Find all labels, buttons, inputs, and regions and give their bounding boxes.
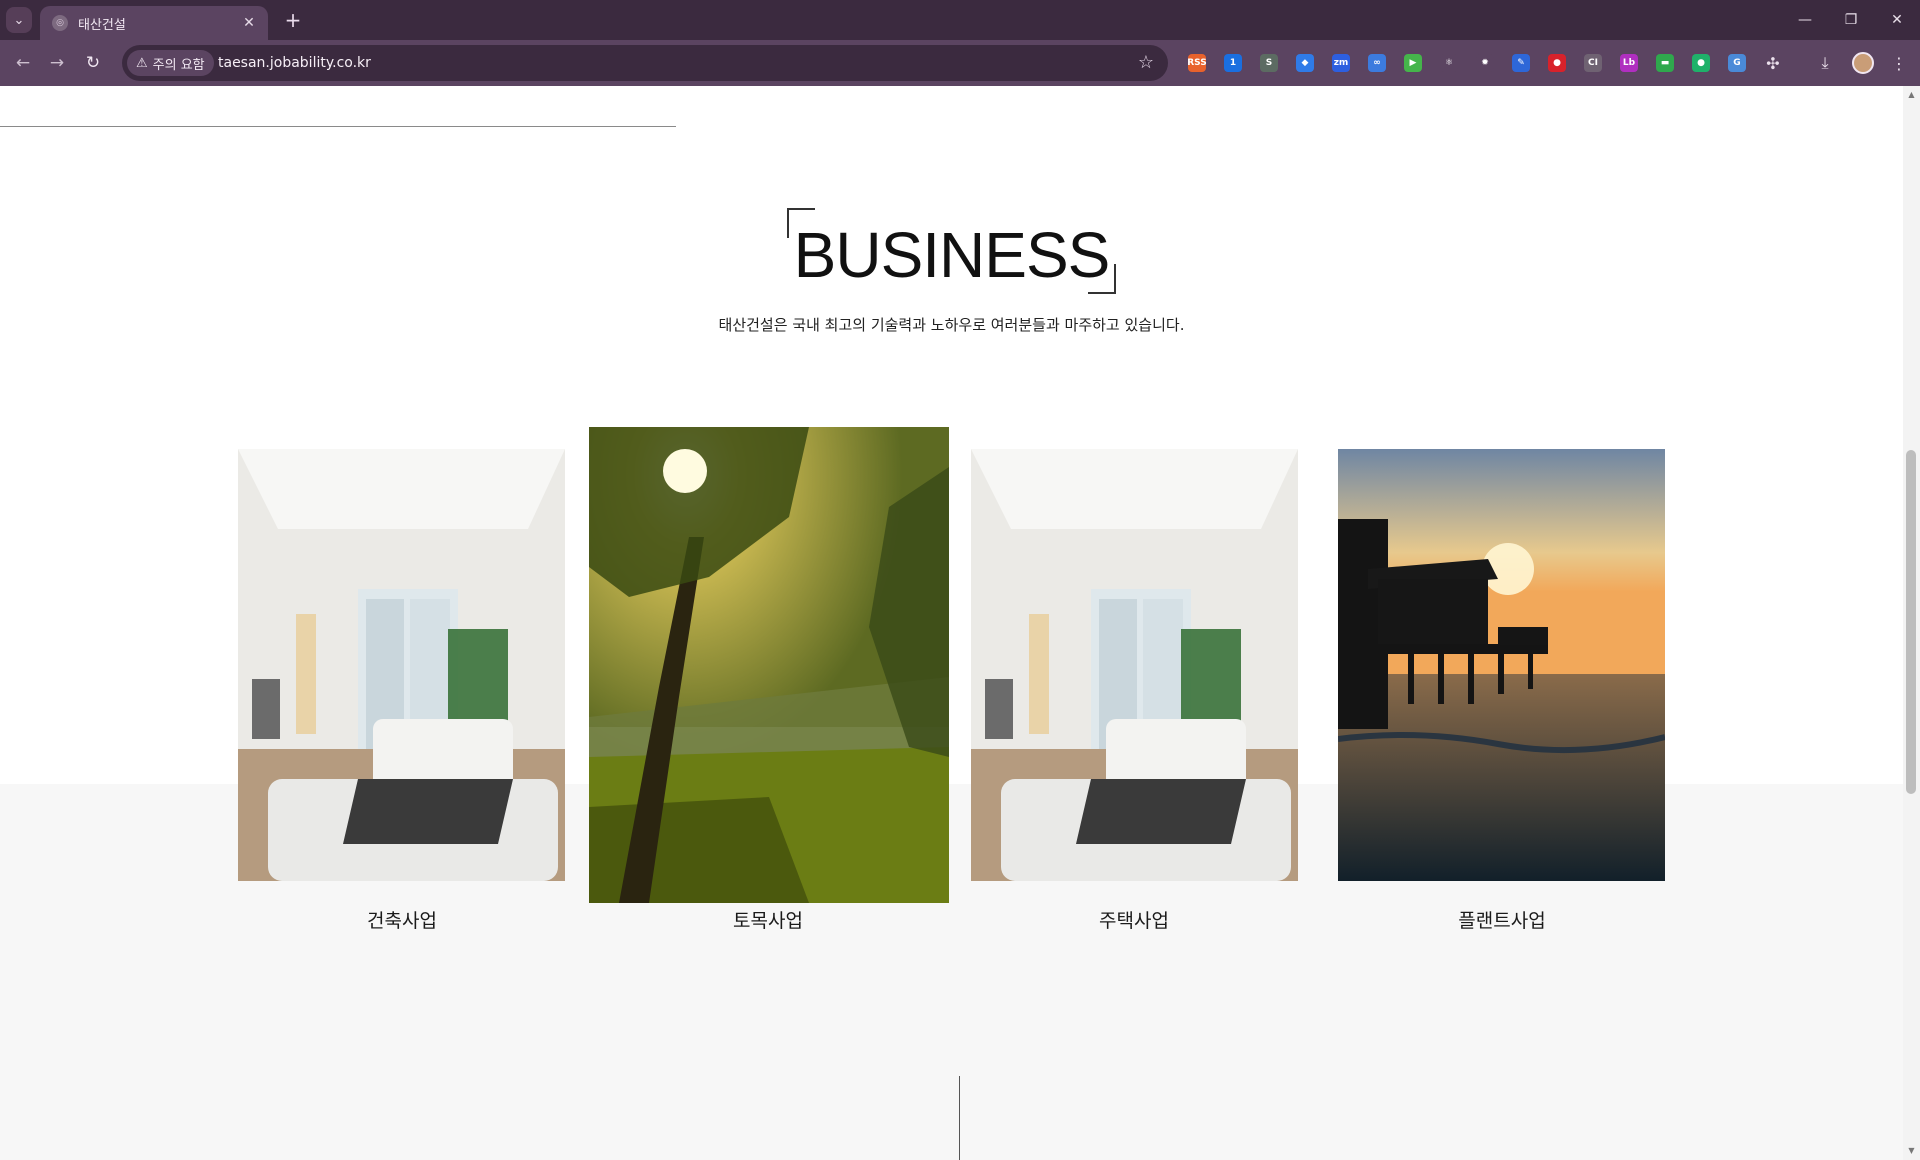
business-card-label-architecture[interactable]: 건축사업 (252, 906, 552, 933)
onepassword-extension-icon[interactable]: 1 (1224, 54, 1242, 72)
business-card-label-plant[interactable]: 플랜트사업 (1352, 906, 1652, 933)
business-card-label-housing[interactable]: 주택사업 (984, 906, 1284, 933)
business-card-image-civil[interactable] (589, 427, 949, 903)
extensions-puzzle-icon[interactable]: ✣ (1762, 52, 1784, 74)
browser-toolbar: ← → ↻ ⚠ 주의 요함 taesan.jobability.co.kr ☆ … (0, 40, 1920, 86)
download-icon[interactable]: ⤓ (1814, 52, 1836, 74)
pier-sunset-photo (1338, 449, 1665, 881)
globe-icon: ◎ (52, 15, 68, 31)
menu-kebab-icon[interactable]: ⋮ (1888, 52, 1910, 74)
chat-extension-icon[interactable]: ● (1692, 54, 1710, 72)
interior-photo (971, 449, 1298, 881)
tab-search-chevron-icon[interactable]: ⌄ (6, 7, 32, 33)
zoom-extension-icon[interactable]: zm (1332, 54, 1350, 72)
lb-extension-icon[interactable]: Lb (1620, 54, 1638, 72)
restore-icon[interactable]: ❐ (1828, 0, 1874, 40)
forward-arrow-icon[interactable]: → (44, 50, 70, 76)
business-card-label-civil[interactable]: 토목사업 (618, 906, 918, 933)
security-label: 주의 요함 (152, 57, 205, 73)
bookmark-star-icon[interactable]: ☆ (1138, 45, 1154, 81)
pen-extension-icon[interactable]: ✎ (1512, 54, 1530, 72)
page-scrollbar-thumb[interactable] (1906, 450, 1916, 794)
s-extension-icon[interactable]: S (1260, 54, 1278, 72)
back-arrow-icon[interactable]: ← (10, 50, 36, 76)
new-tab-plus-icon[interactable]: + (281, 8, 305, 32)
security-status-chip[interactable]: ⚠ 주의 요함 (127, 50, 214, 76)
drop-extension-icon[interactable]: ◆ (1296, 54, 1314, 72)
rss-extension-icon[interactable]: RSS (1187, 54, 1207, 72)
business-card-image-housing[interactable] (971, 449, 1298, 881)
business-title: BUSINESS (793, 219, 1111, 291)
forest-photo (589, 427, 949, 903)
tab-title: 태산건설 (78, 17, 126, 33)
business-card-image-plant[interactable] (1338, 449, 1665, 881)
react-extension-icon[interactable]: ⚛ (1440, 54, 1458, 72)
address-bar[interactable]: ⚠ 주의 요함 taesan.jobability.co.kr ☆ (122, 45, 1168, 81)
gear-extension-icon[interactable]: ✹ (1476, 54, 1494, 72)
profile-avatar[interactable] (1852, 52, 1874, 74)
title-bracket-bottom-right (1088, 264, 1116, 294)
divider-line (0, 126, 676, 127)
scroll-down-arrow-icon[interactable]: ▼ (1904, 1144, 1919, 1158)
green-card-extension-icon[interactable]: ▬ (1656, 54, 1674, 72)
business-subtitle: 태산건설은 국내 최고의 기술력과 노하우로 여러분들과 마주하고 있습니다. (718, 316, 1185, 334)
scroll-up-arrow-icon[interactable]: ▲ (1904, 88, 1919, 102)
web-page: BUSINESS 태산건설은 국내 최고의 기술력과 노하우로 여러분들과 마주… (0, 86, 1903, 1160)
close-icon[interactable]: ✕ (240, 14, 258, 32)
ci-extension-icon[interactable]: CI (1584, 54, 1602, 72)
browser-tabstrip: ⌄ ◎ 태산건설 ✕ + — ❐ ✕ (0, 0, 1920, 40)
vertical-divider-line (959, 1076, 960, 1160)
interior-photo (238, 449, 565, 881)
window-close-icon[interactable]: ✕ (1874, 0, 1920, 40)
link-extension-icon[interactable]: ∞ (1368, 54, 1386, 72)
browser-tab-active[interactable]: ◎ 태산건설 ✕ (40, 6, 268, 40)
record-extension-icon[interactable]: ● (1548, 54, 1566, 72)
play-extension-icon[interactable]: ▶ (1404, 54, 1422, 72)
translate-extension-icon[interactable]: G (1728, 54, 1746, 72)
minimize-icon[interactable]: — (1782, 0, 1828, 40)
business-card-image-architecture[interactable] (238, 449, 565, 881)
url-text[interactable]: taesan.jobability.co.kr (218, 45, 371, 81)
reload-icon[interactable]: ↻ (80, 50, 106, 76)
warning-icon: ⚠ (136, 55, 148, 71)
